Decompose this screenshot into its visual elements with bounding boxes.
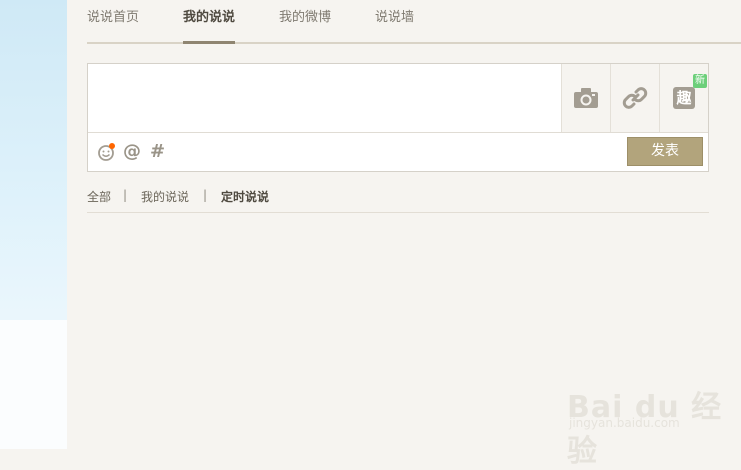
photo-upload-button[interactable] bbox=[561, 64, 610, 132]
camera-icon bbox=[574, 88, 598, 108]
emoji-button[interactable] bbox=[97, 142, 117, 167]
tab-my-shuoshuo[interactable]: 我的说说 bbox=[183, 9, 236, 44]
tab-my-weibo[interactable]: 我的微博 bbox=[279, 9, 331, 42]
baidu-jingyan-watermark: Bai du 经验 jingyan.baidu.com bbox=[567, 366, 727, 469]
filter-separator: | bbox=[123, 188, 128, 202]
at-icon[interactable]: @ bbox=[123, 142, 141, 162]
watermark-url: jingyan.baidu.com bbox=[569, 416, 680, 430]
hashtag-icon[interactable]: # bbox=[150, 142, 165, 162]
link-button[interactable] bbox=[610, 64, 659, 132]
side-background-strip bbox=[0, 0, 67, 449]
tab-shuoshuo-home[interactable]: 说说首页 bbox=[87, 9, 139, 42]
link-icon bbox=[622, 87, 648, 109]
publish-button[interactable]: 发表 bbox=[627, 137, 703, 166]
tab-bar: 说说首页 我的说说 我的微博 说说墙 bbox=[87, 0, 741, 44]
post-composer: 趣 新 @ # 发表 bbox=[87, 63, 709, 172]
fun-content-button[interactable]: 趣 新 bbox=[659, 64, 708, 132]
qu-icon: 趣 bbox=[673, 87, 695, 109]
emoji-icon bbox=[98, 143, 115, 161]
new-badge: 新 bbox=[693, 74, 707, 88]
filter-my-shuoshuo[interactable]: 我的说说 bbox=[141, 188, 189, 205]
tab-shuoshuo-wall[interactable]: 说说墙 bbox=[375, 9, 414, 42]
filter-all[interactable]: 全部 bbox=[87, 188, 111, 205]
composer-divider bbox=[88, 132, 708, 133]
post-input[interactable] bbox=[88, 64, 561, 132]
side-strip-lower bbox=[0, 320, 67, 449]
filter-scheduled[interactable]: 定时说说 bbox=[221, 188, 269, 205]
filter-separator: | bbox=[203, 188, 208, 202]
filter-bar: 全部 | 我的说说 | 定时说说 bbox=[87, 186, 709, 213]
